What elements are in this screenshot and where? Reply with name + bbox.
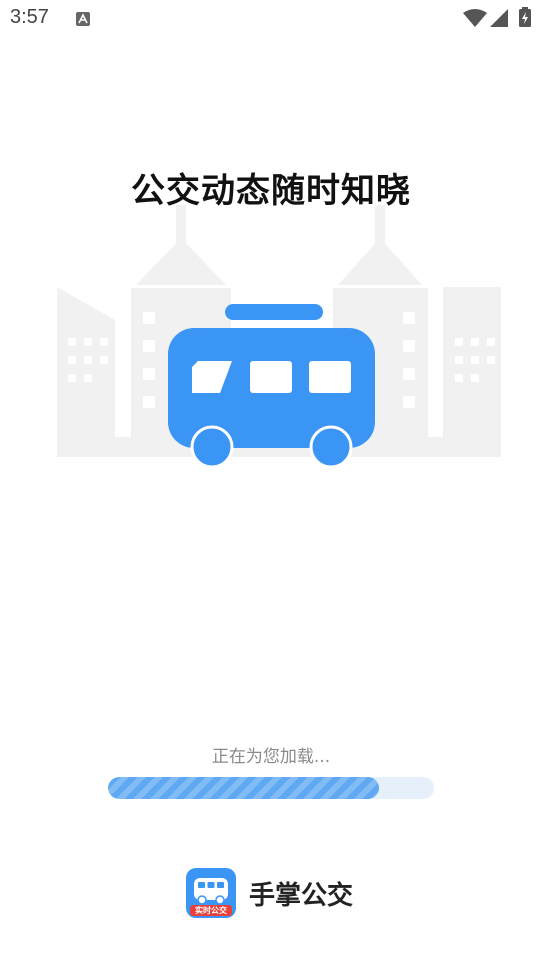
app-name: 手掌公交 bbox=[249, 880, 354, 911]
app-brand: 实时公交 手掌公交 bbox=[186, 866, 353, 920]
loading-progress-fill bbox=[108, 777, 379, 799]
bus-icon bbox=[168, 304, 375, 469]
splash-illustration bbox=[57, 205, 501, 469]
loading-text: 正在为您加载... bbox=[211, 747, 331, 767]
app-icon-badge-label: 实时公交 bbox=[195, 906, 227, 915]
loading-progress-bar bbox=[108, 777, 434, 799]
bus-app-icon: 实时公交 bbox=[186, 868, 236, 918]
